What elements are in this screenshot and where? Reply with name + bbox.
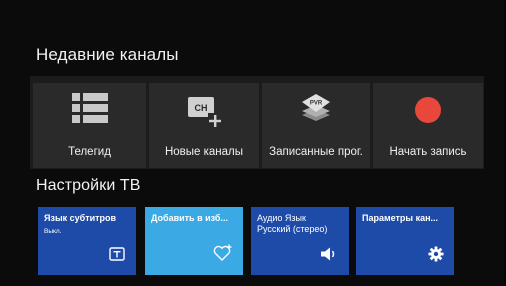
list-icon xyxy=(70,91,110,132)
tile-new-channels[interactable]: CH Новые каналы xyxy=(149,83,259,168)
tile-subtitle: Русский (стерео) xyxy=(257,224,328,234)
tile-subtitle: Выкл. xyxy=(44,228,62,235)
tile-start-recording[interactable]: Начать запись xyxy=(373,83,483,168)
svg-text:CH: CH xyxy=(195,103,208,113)
tile-tv-guide[interactable]: Телегид xyxy=(33,83,146,168)
gear-icon xyxy=(428,246,444,267)
record-icon xyxy=(408,91,448,134)
channel-add-icon: CH xyxy=(184,91,224,134)
tile-recorded[interactable]: PVR Записанные прог. xyxy=(262,83,370,168)
tile-subtitle-language[interactable]: Язык субтитров Выкл. xyxy=(38,207,136,275)
tile-title: Язык субтитров xyxy=(44,213,117,223)
tile-channel-settings[interactable]: Параметры кан... xyxy=(356,207,454,275)
tile-label: Телегид xyxy=(68,146,111,158)
tile-audio-language[interactable]: Аудио Язык Русский (стерео) xyxy=(251,207,349,275)
tile-title: Добавить в изб... xyxy=(151,213,228,223)
tile-title: Аудио Язык xyxy=(257,213,306,223)
speaker-icon xyxy=(319,246,339,267)
tv-settings-title: Настройки ТВ xyxy=(36,177,141,194)
tile-label: Начать запись xyxy=(389,146,467,158)
tile-label: Записанные прог. xyxy=(269,146,363,158)
pvr-icon: PVR xyxy=(296,91,336,134)
tile-title: Параметры кан... xyxy=(362,213,439,223)
subtitle-icon xyxy=(108,246,126,267)
svg-text:PVR: PVR xyxy=(310,101,323,107)
heart-add-icon xyxy=(213,244,233,267)
recent-channels-title: Недавние каналы xyxy=(36,45,179,64)
tile-label: Новые каналы xyxy=(164,146,244,158)
tile-add-favorites[interactable]: Добавить в изб... xyxy=(145,207,243,275)
